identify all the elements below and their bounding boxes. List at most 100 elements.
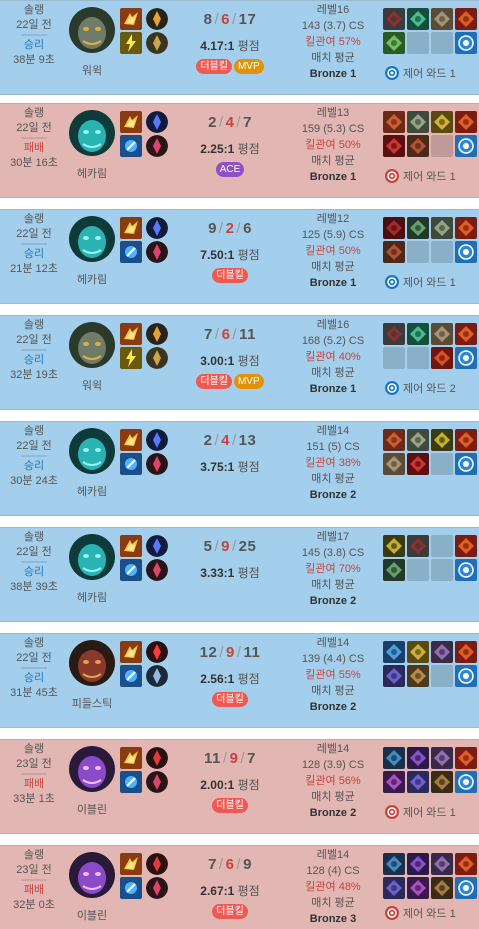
mercury-treads-icon[interactable] [407,111,429,133]
ghost-spell-icon[interactable] [120,111,142,133]
lichbane-icon[interactable] [407,747,429,769]
ghost-spell-icon[interactable] [120,853,142,875]
oracle-lens-icon[interactable] [455,771,477,793]
ghost-spell-icon[interactable] [120,535,142,557]
sunfire-icon[interactable] [455,111,477,133]
black-cleaver-icon[interactable] [383,8,405,30]
match-card[interactable]: 솔랭 22일 전 승리 31분 45초 피들스틱 12/9/11 2.56:1 평점 더블킬 레… [0,633,479,728]
domination-rune-icon[interactable] [146,559,168,581]
zekes-icon[interactable] [383,535,405,557]
match-card[interactable]: 솔랭 22일 전 승리 30분 24초 헤카림 2/4/13 3.75:1 평점 레벨14 15… [0,421,479,516]
void-staff-icon[interactable] [407,877,429,899]
lichbane-icon[interactable] [407,853,429,875]
oracle-lens-icon[interactable] [455,665,477,687]
sorcerer-shoes-icon[interactable] [431,747,453,769]
plated-steelcaps-icon[interactable] [431,8,453,30]
smite-spell-icon[interactable] [120,241,142,263]
fiddlesticks-icon[interactable] [69,640,115,686]
oracle-lens-icon[interactable] [455,877,477,899]
rabadons-icon[interactable] [383,877,405,899]
dark-harvest-rune-icon[interactable] [146,641,168,663]
oracle-lens-icon[interactable] [455,453,477,475]
domination-rune-icon[interactable] [146,135,168,157]
domination-rune-icon[interactable] [146,771,168,793]
ghost-spell-icon[interactable] [120,429,142,451]
match-card[interactable]: 솔랭 22일 전 승리 21분 12초 헤카림 9/2/6 7.50:1 평점 더블킬 레벨12… [0,209,479,304]
domination-rune-icon[interactable] [146,877,168,899]
ghost-spell-icon[interactable] [120,747,142,769]
sorcery-rune-icon[interactable] [146,665,168,687]
champion-name[interactable]: 피들스틱 [60,695,124,711]
smite-spell-icon[interactable] [120,665,142,687]
sunfire-icon[interactable] [455,217,477,239]
phase-rush-rune-icon[interactable] [146,535,168,557]
ruby-crystal-icon[interactable] [383,135,405,157]
needlessly-rod-icon[interactable] [431,771,453,793]
sanguine-blade-icon[interactable] [383,217,405,239]
electrocute-rune-icon[interactable] [146,853,168,875]
match-card[interactable]: 솔랭 22일 전 패배 30분 16초 헤카림 2/4/7 2.25:1 평점 ACE 레벨13… [0,103,479,198]
plated-steelcaps-icon[interactable] [383,453,405,475]
smite-spell-icon[interactable] [120,453,142,475]
champion-name[interactable]: 헤카림 [60,165,124,181]
blade-of-ruined-king-icon[interactable] [407,8,429,30]
mercury-treads-icon[interactable] [431,217,453,239]
oracle-lens-icon[interactable] [455,559,477,581]
rabadons-icon[interactable] [407,771,429,793]
champion-name[interactable]: 워윅 [60,377,124,393]
sunfire-icon[interactable] [455,747,477,769]
sunfire-cape-icon[interactable] [431,347,453,369]
ravenous-hydra-icon[interactable] [383,429,405,451]
conqueror-rune-icon[interactable] [146,8,168,30]
ghost-spell-icon[interactable] [120,323,142,345]
match-card[interactable]: 솔랭 22일 전 승리 32분 19초 워윅 7/6/11 3.00:1 평점 더블킬 MVP 레… [0,315,479,410]
match-card[interactable]: 솔랭 23일 전 패배 32분 0초 이블린 7/6/9 2.67:1 평점 더블킬 레벨14 1… [0,845,479,929]
trinity-force-icon[interactable] [431,111,453,133]
champion-name[interactable]: 이블린 [60,907,124,923]
precision-rune-icon[interactable] [146,32,168,54]
blasting-wand-icon[interactable] [407,665,429,687]
hecarim-icon[interactable] [69,428,115,474]
domination-rune-icon[interactable] [146,453,168,475]
youmuus-icon[interactable] [383,559,405,581]
match-card[interactable]: 솔랭 23일 전 패배 33분 1초 이블린 11/9/7 2.00:1 평점 더블킬 레벨14… [0,739,479,834]
sorcerer-shoes-icon[interactable] [431,853,453,875]
sunfire-icon[interactable] [455,535,477,557]
smite-spell-icon[interactable] [120,877,142,899]
phage-icon[interactable] [407,135,429,157]
warwick-icon[interactable] [69,322,115,368]
sunfire-icon[interactable] [455,641,477,663]
blade-of-ruined-king-icon[interactable] [407,323,429,345]
evelynn-icon[interactable] [69,852,115,898]
ruby-crystal-icon[interactable] [407,453,429,475]
phage-icon[interactable] [383,241,405,263]
champion-name[interactable]: 이블린 [60,801,124,817]
phase-rush-rune-icon[interactable] [146,429,168,451]
sunfire-icon[interactable] [455,853,477,875]
ghost-spell-icon[interactable] [120,641,142,663]
black-cleaver-icon[interactable] [407,535,429,557]
warwick-icon[interactable] [69,7,115,53]
void-staff-icon[interactable] [383,771,405,793]
oracle-lens-icon[interactable] [455,32,477,54]
nightharvester-icon[interactable] [383,853,405,875]
smite-spell-icon[interactable] [120,135,142,157]
match-card[interactable]: 솔랭 22일 전 승리 38분 9초 워윅 8/6/17 4.17:1 평점 더블킬 MVP 레벨… [0,0,479,95]
hecarim-icon[interactable] [69,534,115,580]
oracle-lens-icon[interactable] [455,135,477,157]
smite-spell-icon[interactable] [120,771,142,793]
domination-rune-icon[interactable] [146,241,168,263]
ghost-spell-icon[interactable] [120,217,142,239]
champion-name[interactable]: 헤카림 [60,589,124,605]
champion-name[interactable]: 워윅 [60,62,124,78]
sunfire-icon[interactable] [455,8,477,30]
phase-rush-rune-icon[interactable] [146,111,168,133]
warmogs-icon[interactable] [383,32,405,54]
match-card[interactable]: 솔랭 22일 전 승리 38분 39초 헤카림 5/9/25 3.33:1 평점 레벨17 14… [0,527,479,622]
mercury-treads-icon[interactable] [407,429,429,451]
sunfire-icon[interactable] [455,429,477,451]
champion-name[interactable]: 헤카림 [60,271,124,287]
sunfire-icon[interactable] [455,323,477,345]
plated-steelcaps-icon[interactable] [431,323,453,345]
conqueror-rune-icon[interactable] [146,323,168,345]
